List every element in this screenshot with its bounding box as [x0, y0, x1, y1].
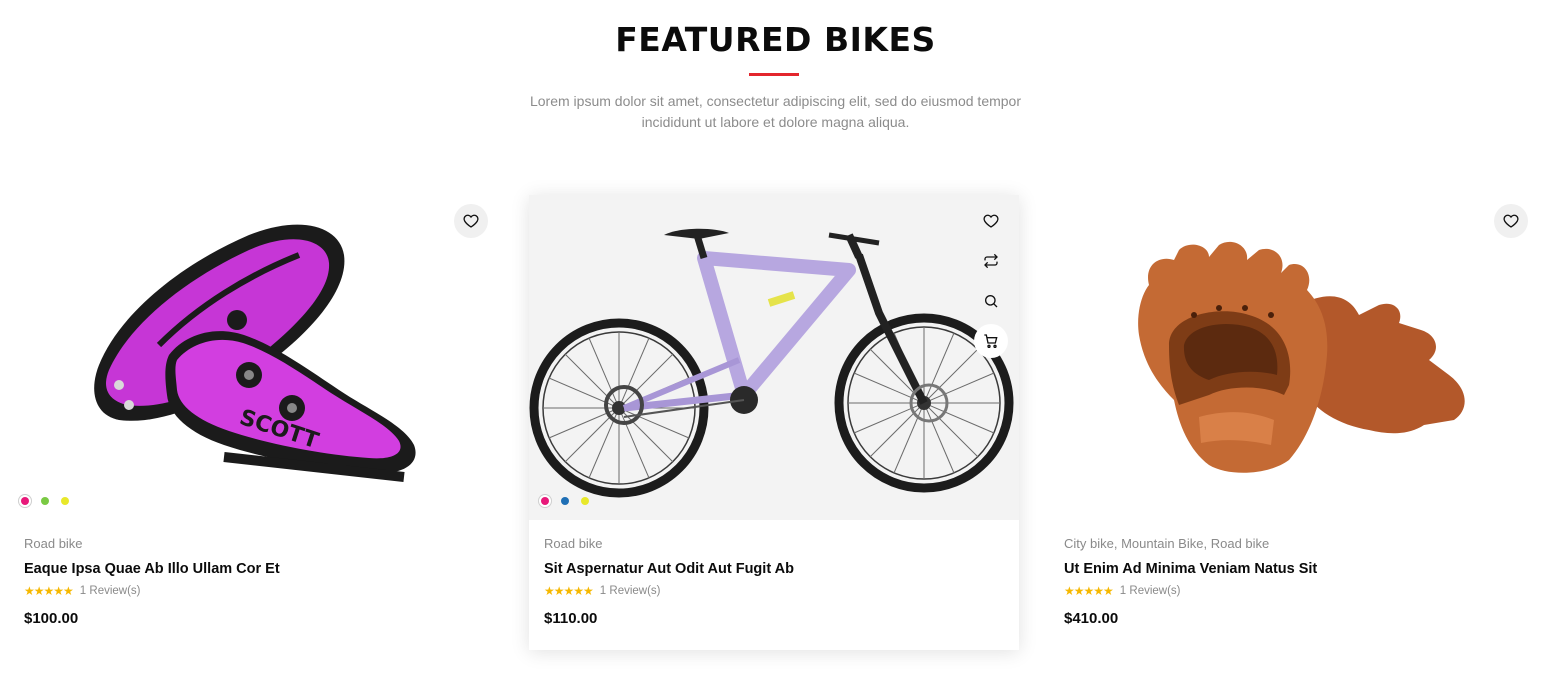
rating-row: ★★★★★ 1 Review(s) — [24, 584, 484, 598]
review-count[interactable]: 1 Review(s) — [600, 585, 661, 597]
color-swatch[interactable] — [578, 494, 592, 508]
product-info: Road bike Eaque Ipsa Quae Ab Illo Ullam … — [24, 535, 484, 627]
section-title: FEATURED BIKES — [615, 20, 936, 59]
review-count[interactable]: 1 Review(s) — [1120, 585, 1181, 597]
product-title[interactable]: Ut Enim Ad Minima Veniam Natus Sit — [1064, 559, 1524, 579]
product-categories: Road bike — [24, 535, 484, 553]
product-categories: City bike, Mountain Bike, Road bike — [1064, 535, 1524, 553]
subtitle-line-1: Lorem ipsum dolor sit amet, consectetur … — [529, 93, 1021, 109]
color-swatches — [18, 494, 72, 508]
product-card[interactable]: Road bike Sit Aspernatur Aut Odit Aut Fu… — [529, 195, 1019, 650]
color-swatch[interactable] — [538, 494, 552, 508]
product-image-bike[interactable] — [529, 195, 1019, 520]
product-image-area[interactable] — [529, 195, 1019, 520]
cart-icon — [984, 334, 998, 348]
color-swatches — [538, 494, 592, 508]
category-separator: , — [1113, 536, 1122, 551]
category-link[interactable]: City bike — [1064, 536, 1114, 551]
category-link[interactable]: Road bike — [544, 536, 603, 551]
product-price: $410.00 — [1064, 610, 1119, 627]
color-swatch[interactable] — [558, 494, 572, 508]
product-title[interactable]: Eaque Ipsa Quae Ab Illo Ullam Cor Et — [24, 559, 484, 579]
product-card[interactable]: SCOTT Road bike Eaque Ipsa Quae Ab Illo … — [9, 195, 499, 650]
product-info: City bike, Mountain Bike, Road bike Ut E… — [1064, 535, 1524, 627]
review-count[interactable]: 1 Review(s) — [80, 585, 141, 597]
compare-arrows-icon — [984, 253, 998, 269]
rating-row: ★★★★★ 1 Review(s) — [1064, 584, 1524, 598]
product-image-area[interactable]: SCOTT — [9, 195, 499, 520]
color-swatch[interactable] — [58, 494, 72, 508]
wishlist-button[interactable] — [974, 204, 1008, 238]
wishlist-button[interactable] — [454, 204, 488, 238]
add-to-cart-button[interactable] — [974, 324, 1008, 358]
wishlist-button[interactable] — [1494, 204, 1528, 238]
title-underline — [749, 73, 799, 76]
section-subtitle: Lorem ipsum dolor sit amet, consectetur … — [500, 91, 1051, 133]
color-swatch[interactable] — [18, 494, 32, 508]
product-categories: Road bike — [544, 535, 1004, 553]
product-image-area[interactable] — [1049, 195, 1539, 520]
subtitle-line-2: incididunt ut labore et dolore magna ali… — [641, 114, 910, 130]
category-link[interactable]: Mountain Bike — [1121, 536, 1203, 551]
product-image-shoes[interactable]: SCOTT — [9, 195, 499, 520]
category-link[interactable]: Road bike — [24, 536, 83, 551]
star-rating: ★★★★★ — [544, 584, 594, 598]
category-link[interactable]: Road bike — [1211, 536, 1270, 551]
product-price: $110.00 — [544, 610, 598, 627]
heart-icon — [983, 214, 999, 228]
search-icon — [985, 295, 998, 308]
color-swatch[interactable] — [38, 494, 52, 508]
heart-icon — [463, 214, 479, 228]
quickview-button[interactable] — [974, 284, 1008, 318]
heart-icon — [1503, 214, 1519, 228]
star-rating: ★★★★★ — [24, 584, 74, 598]
compare-button[interactable] — [974, 244, 1008, 278]
product-price: $100.00 — [24, 610, 79, 627]
product-title[interactable]: Sit Aspernatur Aut Odit Aut Fugit Ab — [544, 559, 1004, 579]
product-info: Road bike Sit Aspernatur Aut Odit Aut Fu… — [544, 535, 1004, 627]
rating-row: ★★★★★ 1 Review(s) — [544, 584, 1004, 598]
product-card[interactable]: City bike, Mountain Bike, Road bike Ut E… — [1049, 195, 1539, 650]
category-separator: , — [1203, 536, 1211, 551]
star-rating: ★★★★★ — [1064, 584, 1114, 598]
product-image-gloves[interactable] — [1049, 195, 1539, 520]
